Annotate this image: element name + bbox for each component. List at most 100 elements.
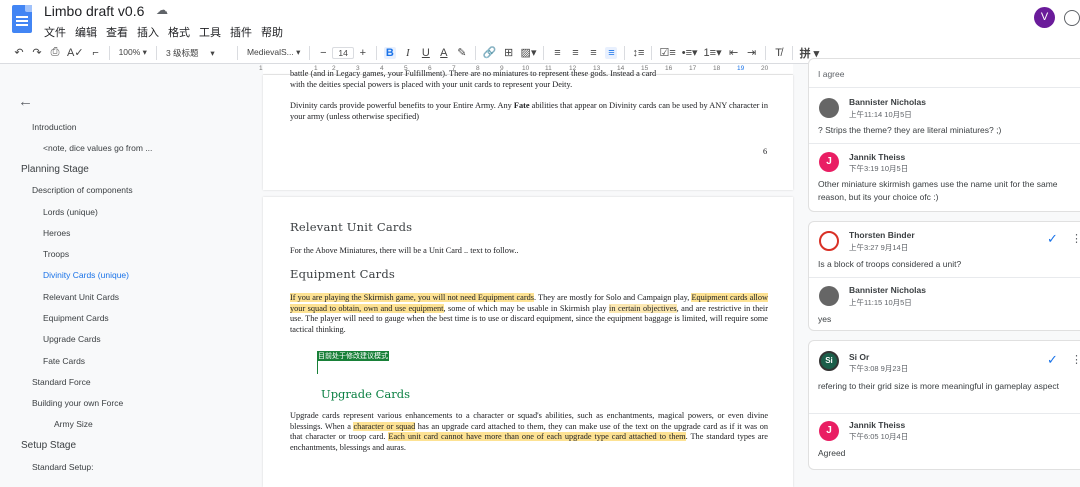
outline-item[interactable]: Relevant Unit Cards bbox=[43, 292, 119, 302]
comment-time: 下午6:05 10月4日 bbox=[849, 432, 909, 441]
more-options-icon[interactable]: ⋮ bbox=[1071, 353, 1080, 366]
increase-font-size-icon[interactable]: + bbox=[357, 47, 369, 59]
avatar: J bbox=[819, 152, 839, 172]
suggestion-mode-tag: 目前处于修改建议模式 bbox=[317, 351, 389, 361]
cloud-status-icon[interactable]: ☁ bbox=[156, 3, 168, 17]
increase-indent-icon[interactable]: ⇥ bbox=[746, 46, 758, 59]
back-arrow-icon[interactable]: ← bbox=[18, 93, 33, 110]
underline-button[interactable]: U bbox=[420, 47, 432, 59]
divider bbox=[809, 277, 1080, 278]
outline-item[interactable]: Introduction bbox=[32, 122, 76, 132]
style-select[interactable]: 3 级标题 ▾ bbox=[166, 47, 228, 59]
menu-view[interactable]: 查看 bbox=[106, 24, 128, 40]
comment-time: 下午3:08 9月23日 bbox=[849, 364, 909, 373]
text-color-button[interactable]: A bbox=[438, 47, 450, 59]
comment-time: 下午3:19 10月5日 bbox=[849, 164, 909, 173]
title-bar: Limbo draft v0.6 ☁ 文件 编辑 查看 插入 格式 工具 插件 … bbox=[0, 0, 1080, 42]
comment-text: I agree bbox=[818, 69, 845, 79]
align-left-icon[interactable]: ≡ bbox=[551, 47, 563, 59]
paragraph: Divinity cards provide powerful benefits… bbox=[290, 101, 768, 121]
paint-format-icon[interactable]: ⌐ bbox=[90, 47, 102, 59]
bold-button[interactable]: B bbox=[383, 46, 396, 59]
menu-tools[interactable]: 工具 bbox=[199, 24, 221, 40]
resolve-check-icon[interactable]: ✓ bbox=[1047, 352, 1058, 368]
outline-item[interactable]: Description of components bbox=[32, 185, 133, 195]
account-avatar[interactable]: V bbox=[1034, 7, 1055, 28]
divider bbox=[809, 87, 1080, 88]
outline-item[interactable]: Fate Cards bbox=[43, 356, 85, 366]
outline-item[interactable]: Lords (unique) bbox=[43, 207, 98, 217]
paragraph: Upgrade cards represent various enhancem… bbox=[290, 411, 768, 452]
align-justify-icon[interactable]: ≡ bbox=[605, 46, 618, 59]
align-right-icon[interactable]: ≡ bbox=[587, 47, 599, 59]
image-icon[interactable]: ▨▾ bbox=[521, 46, 537, 59]
outline-item[interactable]: Building your own Force bbox=[32, 398, 123, 408]
bulleted-list-icon[interactable]: •≡▾ bbox=[682, 46, 698, 59]
comment-author: Si Or bbox=[849, 352, 870, 362]
outline-item[interactable]: Setup Stage bbox=[21, 440, 76, 451]
document-title[interactable]: Limbo draft v0.6 bbox=[44, 3, 144, 19]
comment-text: refering to their grid size is more mean… bbox=[818, 381, 1059, 391]
comment-time: 上午3:27 9月14日 bbox=[849, 243, 909, 252]
outline-item[interactable]: Planning Stage bbox=[21, 164, 89, 175]
cursor bbox=[317, 361, 318, 374]
font-select[interactable]: MedievalS... ▾ bbox=[247, 47, 300, 58]
document-page[interactable]: Relevant Unit Cards For the Above Miniat… bbox=[263, 197, 793, 487]
checklist-icon[interactable]: ☑≡ bbox=[659, 46, 675, 59]
comment-thread[interactable]: I agree Bannister Nicholas 上午11:14 10月5日… bbox=[808, 58, 1080, 212]
font-size-input[interactable]: 14 bbox=[332, 46, 354, 59]
zoom-select[interactable]: 100% ▾ bbox=[119, 47, 147, 58]
comment-history-icon[interactable] bbox=[1064, 10, 1080, 26]
numbered-list-icon[interactable]: 1≡▾ bbox=[704, 46, 722, 59]
heading-upgrade-cards: Upgrade Cards bbox=[321, 387, 411, 401]
menu-bar: 文件 编辑 查看 插入 格式 工具 插件 帮助 bbox=[44, 24, 283, 40]
more-options-icon[interactable]: ⋮ bbox=[1071, 232, 1080, 245]
undo-icon[interactable]: ↶ bbox=[13, 46, 25, 59]
document-page[interactable]: battle (and in Legacy games, your Fulfil… bbox=[263, 69, 793, 190]
line-spacing-icon[interactable]: ↕≡ bbox=[632, 47, 645, 59]
outline-item[interactable]: Equipment Cards bbox=[43, 313, 109, 323]
decrease-font-size-icon[interactable]: − bbox=[317, 47, 329, 59]
comment-text: ? Strips the theme? they are literal min… bbox=[818, 125, 1002, 135]
print-icon[interactable]: ⎙ bbox=[49, 46, 61, 59]
outline-item[interactable]: Standard Force bbox=[32, 377, 91, 387]
comment-author: Thorsten Binder bbox=[849, 230, 915, 240]
comment-thread[interactable]: Thorsten Binder 上午3:27 9月14日 ✓ ⋮ Is a bl… bbox=[808, 221, 1080, 331]
outline-item-active[interactable]: Divinity Cards (unique) bbox=[43, 270, 129, 280]
paragraph: For the Above Miniatures, there will be … bbox=[290, 246, 519, 255]
link-icon[interactable]: 🔗 bbox=[483, 46, 497, 59]
comment-text: Agreed bbox=[818, 448, 846, 458]
outline-item[interactable]: Heroes bbox=[43, 228, 70, 238]
outline-item[interactable]: Troops bbox=[43, 249, 69, 259]
comment-thread[interactable]: Si Si Or 下午3:08 9月23日 ✓ ⋮ refering to th… bbox=[808, 340, 1080, 470]
outline-item[interactable]: Army Size bbox=[54, 419, 93, 429]
outline-item[interactable]: Standard Setup: bbox=[32, 462, 93, 472]
paragraph: battle (and in Legacy games, your Fulfil… bbox=[290, 69, 657, 89]
avatar bbox=[819, 231, 839, 251]
menu-format[interactable]: 格式 bbox=[168, 24, 190, 40]
decrease-indent-icon[interactable]: ⇤ bbox=[728, 46, 740, 59]
docs-logo-icon[interactable] bbox=[12, 5, 32, 33]
italic-button[interactable]: I bbox=[402, 47, 414, 59]
spellcheck-icon[interactable]: A✓ bbox=[67, 46, 84, 59]
outline-item[interactable]: Upgrade Cards bbox=[43, 334, 101, 344]
avatar bbox=[819, 286, 839, 306]
menu-addons[interactable]: 插件 bbox=[230, 24, 252, 40]
menu-file[interactable]: 文件 bbox=[44, 24, 66, 40]
comment-author: Bannister Nicholas bbox=[849, 97, 926, 107]
resolve-check-icon[interactable]: ✓ bbox=[1047, 231, 1058, 247]
divider bbox=[809, 413, 1080, 414]
clear-formatting-icon[interactable]: T̸ bbox=[773, 47, 785, 59]
menu-insert[interactable]: 插入 bbox=[137, 24, 159, 40]
comment-text: Is a block of troops considered a unit? bbox=[818, 259, 962, 269]
highlight-icon[interactable]: ✎ bbox=[456, 46, 468, 59]
align-center-icon[interactable]: ≡ bbox=[569, 47, 581, 59]
comment-time: 上午11:15 10月5日 bbox=[849, 298, 912, 307]
heading-relevant-unit-cards: Relevant Unit Cards bbox=[290, 220, 413, 234]
redo-icon[interactable]: ↷ bbox=[31, 46, 43, 59]
menu-help[interactable]: 帮助 bbox=[261, 24, 283, 40]
menu-edit[interactable]: 编辑 bbox=[75, 24, 97, 40]
outline-item[interactable]: <note, dice values go from ... bbox=[43, 143, 152, 153]
comment-icon[interactable]: ⊞ bbox=[503, 46, 515, 59]
ruler-tick: 1 bbox=[259, 65, 263, 72]
